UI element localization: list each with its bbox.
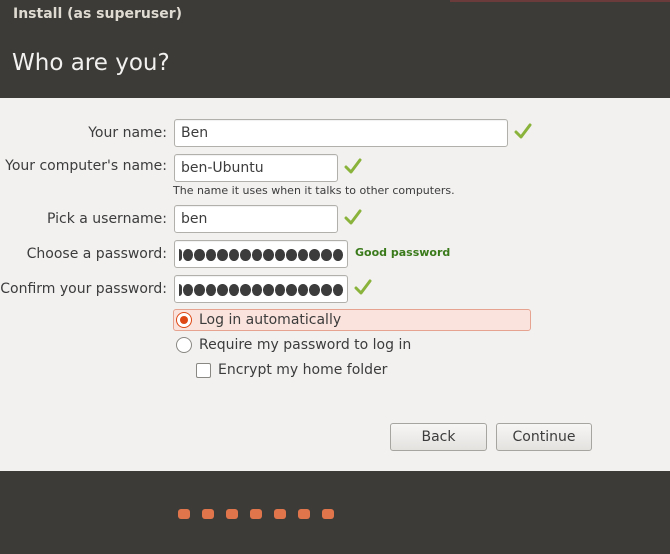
mask-dot-icon [297,249,309,261]
name-valid-check-icon [514,123,532,139]
mask-dot-icon [263,284,274,296]
confirm-password-valid-check-icon [354,279,372,295]
mask-dot-icon [274,284,286,296]
titlebar-accent [450,0,670,2]
mask-dot-icon [179,284,182,296]
mask-dot-icon [179,249,182,261]
mask-dot-icon [251,284,263,296]
mask-dot-icon [240,284,251,296]
confirm-password-label: Confirm your password: [0,281,167,297]
username-valid-check-icon [344,209,362,225]
mask-dot-icon [286,284,297,296]
window-title: Install (as superuser) [13,6,182,22]
login-automatically-radio[interactable] [176,312,192,328]
continue-button[interactable]: Continue [496,423,592,451]
mask-dot-icon [182,284,194,296]
require-password-label: Require my password to log in [199,337,412,353]
progress-dot-icon [202,509,214,519]
name-label: Your name: [88,125,167,141]
install-progress [178,509,334,519]
login-automatically-option[interactable]: Log in automatically [173,309,531,331]
mask-dot-icon [228,249,240,261]
mask-dot-icon [263,249,274,261]
installer-footer [0,471,670,554]
computer-name-valid-check-icon [344,158,362,174]
mask-dot-icon [332,284,344,296]
mask-dot-icon [274,249,286,261]
password-strength: Good password [355,246,451,259]
mask-dot-icon [309,249,320,261]
encrypt-home-checkbox[interactable] [196,362,211,378]
page-header: Who are you? [0,30,670,98]
progress-dot-icon [226,509,238,519]
back-button[interactable]: Back [390,423,487,451]
progress-dot-icon [298,509,310,519]
mask-dot-icon [332,249,344,261]
mask-dot-icon [217,249,228,261]
mask-dot-icon [194,249,205,261]
mask-dot-icon [194,284,205,296]
mask-dot-icon [182,249,194,261]
mask-dot-icon [228,284,240,296]
mask-dot-icon [205,249,217,261]
mask-dot-icon [240,249,251,261]
mask-dot-icon [321,249,332,261]
confirm-password-mask [179,282,344,298]
username-label: Pick a username: [46,211,167,227]
password-label: Choose a password: [26,246,167,262]
name-input[interactable]: Ben [174,119,508,147]
mask-dot-icon [309,284,320,296]
encrypt-home-option[interactable]: Encrypt my home folder [196,359,456,381]
require-password-radio[interactable] [176,337,192,353]
mask-dot-icon [217,284,228,296]
radio-selected-dot-icon [180,316,188,324]
mask-dot-icon [297,284,309,296]
form-area: Your name: Ben Your computer's name: ben… [0,98,670,471]
password-mask [179,247,344,263]
confirm-password-input[interactable] [174,275,348,303]
computer-name-label: Your computer's name: [5,158,167,174]
mask-dot-icon [321,284,332,296]
computer-name-hint: The name it uses when it talks to other … [173,184,455,197]
page-title: Who are you? [12,50,170,76]
encrypt-home-label: Encrypt my home folder [218,362,388,378]
progress-dot-icon [178,509,190,519]
password-input[interactable] [174,240,348,268]
computer-name-input[interactable]: ben-Ubuntu [174,154,338,182]
mask-dot-icon [286,249,297,261]
mask-dot-icon [205,284,217,296]
require-password-option[interactable]: Require my password to log in [176,334,476,356]
login-automatically-label: Log in automatically [199,312,342,328]
window-titlebar: Install (as superuser) [0,0,670,30]
username-input[interactable]: ben [174,205,338,233]
progress-dot-icon [250,509,262,519]
progress-dot-icon [322,509,334,519]
progress-dot-icon [274,509,286,519]
mask-dot-icon [251,249,263,261]
